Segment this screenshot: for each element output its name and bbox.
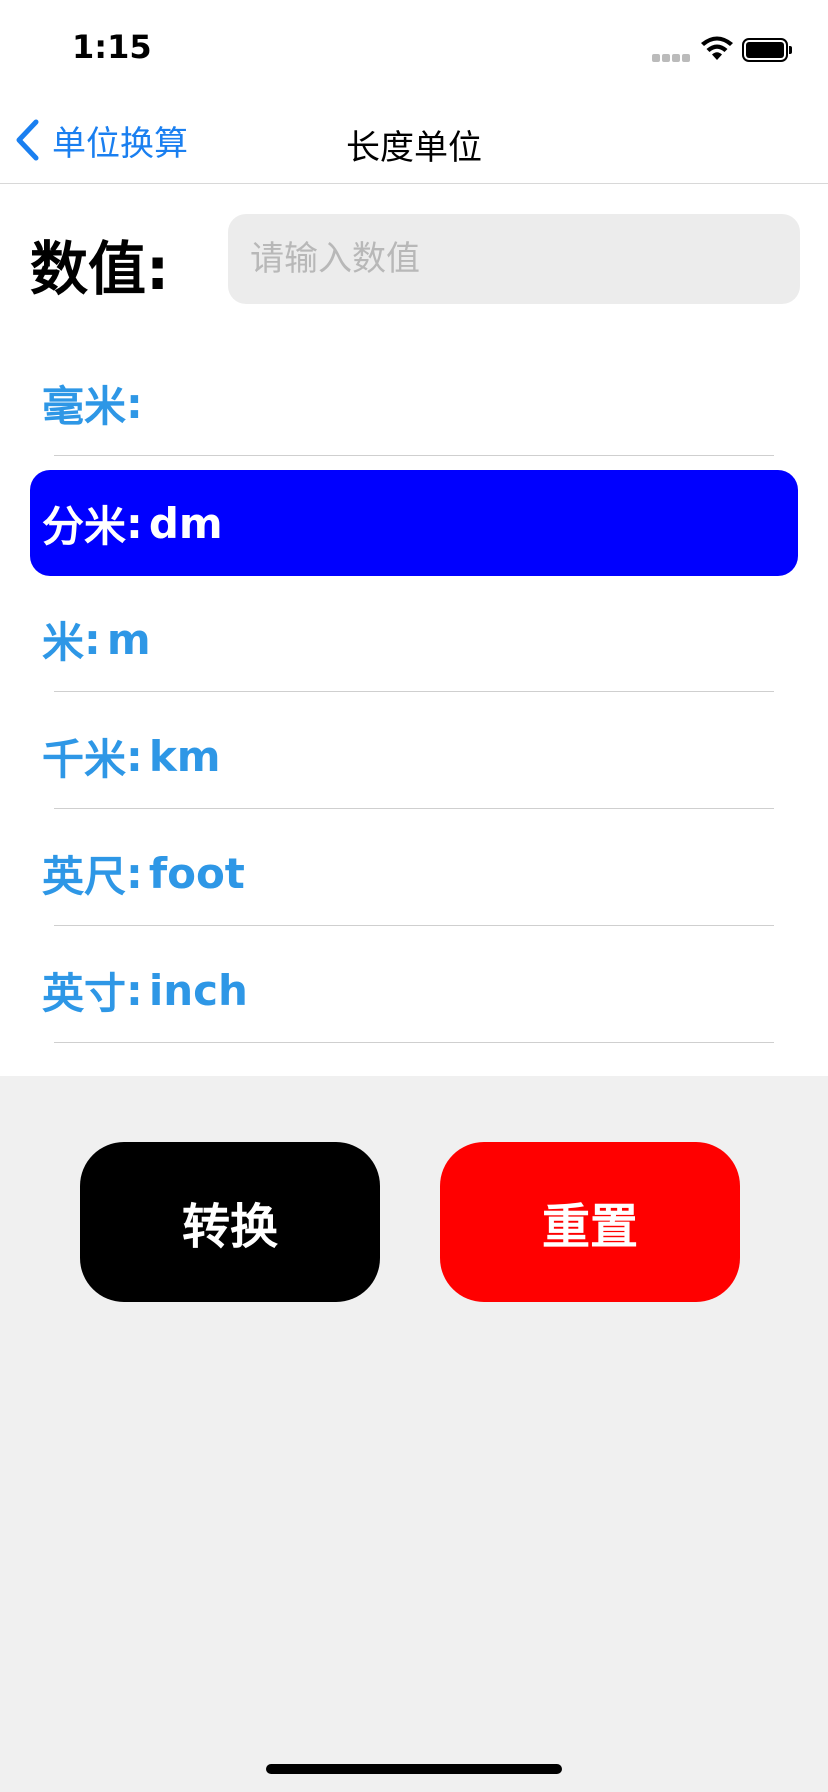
convert-button[interactable]: 转换 bbox=[80, 1142, 380, 1302]
unit-separator: : bbox=[126, 498, 143, 548]
unit-code: foot bbox=[148, 848, 245, 898]
battery-icon bbox=[742, 38, 792, 62]
unit-option[interactable]: 英尺: foot bbox=[30, 820, 798, 926]
row-divider bbox=[54, 808, 774, 809]
unit-separator: : bbox=[126, 731, 143, 781]
unit-code: km bbox=[148, 731, 221, 781]
row-divider bbox=[54, 691, 774, 692]
unit-code: dm bbox=[148, 498, 223, 548]
unit-code: inch bbox=[148, 965, 248, 1015]
unit-separator: : bbox=[126, 848, 143, 898]
unit-separator: : bbox=[84, 614, 101, 664]
unit-name: 毫米 bbox=[42, 381, 127, 431]
row-divider bbox=[54, 925, 774, 926]
converter-panel: 数值: 毫米:分米:dm米:m千米:km英尺:foot英寸:inch bbox=[0, 184, 828, 1076]
value-input[interactable] bbox=[228, 214, 800, 304]
unit-name: 米 bbox=[42, 617, 85, 667]
unit-option[interactable]: 米:m bbox=[30, 586, 798, 692]
cellular-signal-icon bbox=[652, 52, 690, 62]
row-divider bbox=[54, 455, 774, 456]
unit-separator: : bbox=[126, 965, 143, 1015]
home-indicator bbox=[266, 1764, 562, 1774]
unit-option[interactable]: 毫米: bbox=[30, 350, 798, 456]
screen: 1:15 单位换算 长度单位 数值: 毫米:分米:dm米:m千米:km英尺:fo… bbox=[0, 0, 828, 1792]
unit-option[interactable]: 英寸: inch bbox=[30, 937, 798, 1043]
unit-name: 英寸 bbox=[42, 968, 127, 1018]
unit-option[interactable]: 千米: km bbox=[30, 703, 798, 809]
unit-name: 千米 bbox=[42, 734, 127, 784]
status-time: 1:15 bbox=[72, 28, 152, 66]
page-title: 长度单位 bbox=[346, 128, 482, 168]
unit-separator: : bbox=[126, 378, 143, 428]
value-label: 数值: bbox=[30, 235, 170, 303]
status-bar: 1:15 bbox=[0, 0, 828, 96]
row-divider bbox=[54, 1042, 774, 1043]
unit-name: 分米 bbox=[42, 501, 127, 551]
reset-button[interactable]: 重置 bbox=[440, 1142, 740, 1302]
navigation-bar: 单位换算 长度单位 bbox=[0, 96, 828, 184]
unit-option[interactable]: 分米: dm bbox=[30, 470, 798, 576]
unit-code: m bbox=[106, 614, 151, 664]
unit-name: 英尺 bbox=[42, 851, 127, 901]
wifi-icon bbox=[701, 36, 733, 60]
